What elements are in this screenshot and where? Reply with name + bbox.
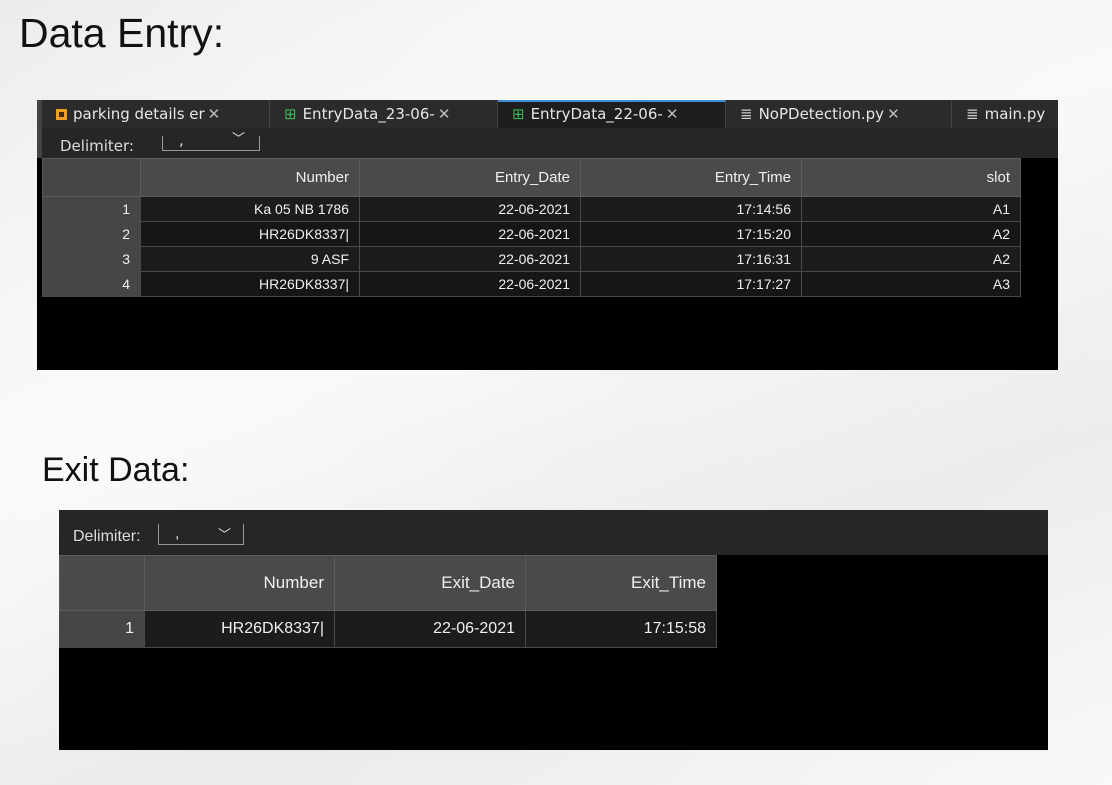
row-number-header xyxy=(42,158,141,197)
tab-nopdetection-py[interactable]: ≣ NoPDetection.py ✕ xyxy=(726,100,952,128)
row-number: 4 xyxy=(42,271,141,297)
tab-label: EntryData_23-06- xyxy=(302,105,435,123)
cell-number[interactable]: HR26DK8337| xyxy=(140,221,360,247)
delimiter-label: Delimiter: xyxy=(73,528,141,545)
tab-entrydata-22-06[interactable]: ⊞ EntryData_22-06- ✕ xyxy=(498,100,726,128)
delimiter-bar: Delimiter: , ﹀ xyxy=(37,128,1058,158)
table-row[interactable]: 2 HR26DK8337| 22-06-2021 17:15:20 A2 xyxy=(42,221,1021,247)
cell-number[interactable]: 9 ASF xyxy=(140,246,360,272)
cell-entry-time[interactable]: 17:16:31 xyxy=(580,246,802,272)
data-entry-heading: Data Entry: xyxy=(19,10,225,56)
entry-data-table: Number Entry_Date Entry_Time slot 1 Ka 0… xyxy=(42,158,1021,297)
cell-slot[interactable]: A3 xyxy=(801,271,1021,297)
column-header-exit-time[interactable]: Exit_Time xyxy=(525,555,717,611)
row-number: 1 xyxy=(42,196,141,222)
row-number: 3 xyxy=(42,246,141,272)
text-file-icon: ≣ xyxy=(966,105,979,123)
delimiter-select[interactable]: , ﹀ xyxy=(162,131,260,151)
cell-exit-date[interactable]: 22-06-2021 xyxy=(334,610,526,648)
delimiter-bar: Delimiter: , ﹀ xyxy=(59,510,1048,555)
entry-data-panel: parking details er ✕ ⊞ EntryData_23-06- ✕ ⊞… xyxy=(37,100,1058,370)
cell-entry-date[interactable]: 22-06-2021 xyxy=(359,196,581,222)
close-icon[interactable]: ✕ xyxy=(438,105,451,123)
cell-number[interactable]: Ka 05 NB 1786 xyxy=(140,196,360,222)
column-header-entry-date[interactable]: Entry_Date xyxy=(359,158,581,197)
row-number: 1 xyxy=(59,610,145,648)
cell-entry-date[interactable]: 22-06-2021 xyxy=(359,271,581,297)
table-header-row: Number Entry_Date Entry_Time slot xyxy=(42,158,1021,197)
row-number: 2 xyxy=(42,221,141,247)
tab-label: parking details er xyxy=(73,105,205,123)
editor-tab-bar: parking details er ✕ ⊞ EntryData_23-06- ✕ ⊞… xyxy=(37,100,1058,128)
column-header-exit-date[interactable]: Exit_Date xyxy=(334,555,526,611)
exit-data-panel: Delimiter: , ﹀ Number Exit_Date Exit_Tim… xyxy=(59,510,1048,750)
exit-data-heading: Exit Data: xyxy=(42,451,190,489)
cell-slot[interactable]: A2 xyxy=(801,246,1021,272)
column-header-entry-time[interactable]: Entry_Time xyxy=(580,158,802,197)
close-icon[interactable]: ✕ xyxy=(666,105,679,123)
table-row[interactable]: 1 HR26DK8337| 22-06-2021 17:15:58 xyxy=(59,610,717,648)
close-icon[interactable]: ✕ xyxy=(887,105,900,123)
delimiter-value: , xyxy=(175,525,180,542)
delimiter-label: Delimiter: xyxy=(60,137,134,155)
table-header-row: Number Exit_Date Exit_Time xyxy=(59,555,717,611)
cell-slot[interactable]: A2 xyxy=(801,221,1021,247)
cell-entry-time[interactable]: 17:17:27 xyxy=(580,271,802,297)
cell-entry-time[interactable]: 17:15:20 xyxy=(580,221,802,247)
image-icon xyxy=(56,109,67,120)
row-number-header xyxy=(59,555,145,611)
column-header-slot[interactable]: slot xyxy=(801,158,1021,197)
delimiter-select[interactable]: , ﹀ xyxy=(158,524,244,545)
tab-parking-details[interactable]: parking details er ✕ xyxy=(42,100,270,128)
cell-slot[interactable]: A1 xyxy=(801,196,1021,222)
chevron-down-icon: ﹀ xyxy=(217,527,231,542)
column-header-number[interactable]: Number xyxy=(144,555,335,611)
table-row[interactable]: 3 9 ASF 22-06-2021 17:16:31 A2 xyxy=(42,246,1021,272)
cell-entry-date[interactable]: 22-06-2021 xyxy=(359,221,581,247)
tab-label: EntryData_22-06- xyxy=(530,105,663,123)
cell-number[interactable]: HR26DK8337| xyxy=(140,271,360,297)
tab-main-py[interactable]: ≣ main.py xyxy=(952,100,1058,128)
table-row[interactable]: 1 Ka 05 NB 1786 22-06-2021 17:14:56 A1 xyxy=(42,196,1021,222)
table-icon: ⊞ xyxy=(512,105,525,123)
tab-label: NoPDetection.py xyxy=(758,105,885,123)
tab-label: main.py xyxy=(984,105,1046,123)
cell-entry-date[interactable]: 22-06-2021 xyxy=(359,246,581,272)
text-file-icon: ≣ xyxy=(740,105,753,123)
table-icon: ⊞ xyxy=(284,105,297,123)
tab-entrydata-23-06[interactable]: ⊞ EntryData_23-06- ✕ xyxy=(270,100,498,128)
chevron-down-icon: ﹀ xyxy=(231,132,245,147)
exit-data-table: Number Exit_Date Exit_Time 1 HR26DK8337|… xyxy=(59,555,717,648)
column-header-number[interactable]: Number xyxy=(140,158,360,197)
cell-number[interactable]: HR26DK8337| xyxy=(144,610,335,648)
table-row[interactable]: 4 HR26DK8337| 22-06-2021 17:17:27 A3 xyxy=(42,271,1021,297)
cell-exit-time[interactable]: 17:15:58 xyxy=(525,610,717,648)
cell-entry-time[interactable]: 17:14:56 xyxy=(580,196,802,222)
delimiter-value: , xyxy=(179,131,184,149)
close-icon[interactable]: ✕ xyxy=(208,105,221,123)
